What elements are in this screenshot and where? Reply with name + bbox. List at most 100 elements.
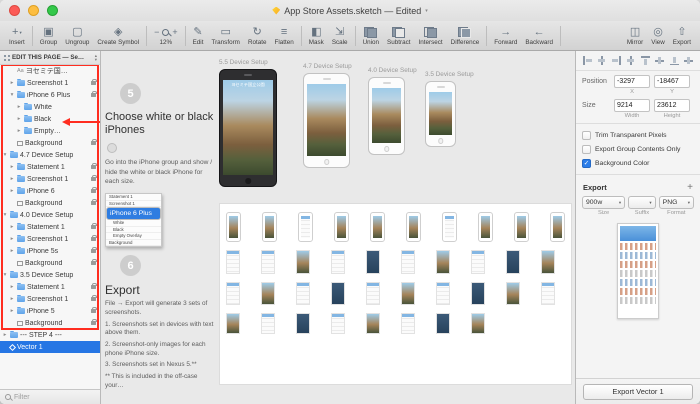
position-x-field[interactable]: -3297 bbox=[614, 75, 650, 88]
checkbox-background-color[interactable]: ✓ bbox=[582, 158, 591, 168]
layer-row-iphone-6[interactable]: ▸ iPhone 6 bbox=[0, 185, 100, 197]
add-export-button[interactable]: + bbox=[687, 182, 693, 193]
screenshot-thumbnail[interactable] bbox=[262, 212, 277, 242]
distribute-horizontal-icon[interactable] bbox=[626, 56, 635, 65]
toolbar-ungroup-button[interactable]: ▢ Ungroup bbox=[61, 21, 93, 50]
screenshot-thumbnail[interactable] bbox=[261, 313, 275, 334]
zoom-out-button[interactable]: − bbox=[154, 27, 159, 37]
toolbar-group-button[interactable]: ▣ Group bbox=[36, 21, 62, 50]
screenshot-thumbnail[interactable] bbox=[370, 212, 385, 242]
disclosure-icon[interactable]: ▸ bbox=[9, 236, 15, 242]
layer-row-statement-1[interactable]: ▸ Statement 1 bbox=[0, 161, 100, 173]
screenshot-thumbnail[interactable] bbox=[514, 212, 529, 242]
align-left-icon[interactable] bbox=[583, 56, 592, 65]
position-y-field[interactable]: -18467 bbox=[654, 75, 690, 88]
screenshot-thumbnail[interactable] bbox=[366, 313, 380, 334]
layer-row-background[interactable]: Background bbox=[0, 137, 100, 149]
screenshot-thumbnail[interactable] bbox=[442, 212, 457, 242]
screenshot-thumbnail[interactable] bbox=[296, 250, 310, 274]
disclosure-icon[interactable]: ▾ bbox=[9, 92, 15, 98]
screenshot-thumbnail[interactable] bbox=[226, 250, 240, 274]
toolbar-union-button[interactable]: Union bbox=[359, 21, 383, 50]
screenshot-thumbnail[interactable] bbox=[298, 212, 313, 242]
zoom-in-button[interactable]: + bbox=[172, 27, 177, 37]
layer-row-screenshot-1[interactable]: ▸ Screenshot 1 bbox=[0, 77, 100, 89]
screenshot-thumbnail[interactable] bbox=[296, 313, 310, 334]
toolbar-edit-button[interactable]: ✎ Edit bbox=[189, 21, 208, 50]
toolbar-forward-button[interactable]: → Forward bbox=[490, 21, 521, 50]
export-button[interactable]: Export Vector 1 bbox=[583, 383, 693, 400]
iphone-mockup[interactable] bbox=[425, 81, 456, 147]
toolbar-mask-button[interactable]: ◧ Mask bbox=[305, 21, 328, 50]
disclosure-icon[interactable]: ▸ bbox=[9, 284, 15, 290]
toolbar-mirror-button[interactable]: ◫ Mirror bbox=[623, 21, 647, 50]
screenshot-thumbnail[interactable] bbox=[506, 282, 520, 305]
iphone-mockup[interactable]: ヨセミテ国立公園 bbox=[219, 69, 277, 187]
layer-row-background[interactable]: Background bbox=[0, 317, 100, 329]
screenshot-thumbnail[interactable] bbox=[401, 282, 415, 305]
screenshot-thumbnail[interactable] bbox=[334, 212, 349, 242]
layer-row-background[interactable]: Background bbox=[0, 257, 100, 269]
screenshot-thumbnail[interactable] bbox=[226, 212, 241, 242]
screenshot-thumbnail[interactable] bbox=[436, 282, 450, 305]
toolbar-intersect-button[interactable]: Intersect bbox=[414, 21, 446, 50]
screenshot-thumbnail[interactable] bbox=[261, 282, 275, 305]
layer-row-statement-1[interactable]: ▸ Statement 1 bbox=[0, 281, 100, 293]
page-stepper[interactable]: ▴ ▾ bbox=[95, 53, 97, 61]
toolbar-create-symbol-button[interactable]: ◈ Create Symbol bbox=[93, 21, 143, 50]
toolbar-flatten-button[interactable]: ≡ Flatten bbox=[271, 21, 298, 50]
layer-row-iphone-5[interactable]: ▸ iPhone 5 bbox=[0, 305, 100, 317]
screenshot-thumbnail[interactable] bbox=[541, 282, 555, 305]
screenshot-thumbnail[interactable] bbox=[366, 282, 380, 305]
screenshot-thumbnail[interactable] bbox=[226, 313, 240, 334]
filter-input[interactable]: Filter bbox=[14, 394, 30, 401]
layer-row-screenshot-1[interactable]: ▸ Screenshot 1 bbox=[0, 293, 100, 305]
pages-grid-icon[interactable] bbox=[4, 54, 6, 57]
artboard-title[interactable]: 3.5 Device Setup bbox=[425, 71, 474, 78]
screenshot-thumbnail[interactable] bbox=[401, 250, 415, 274]
disclosure-icon[interactable]: ▸ bbox=[16, 116, 22, 122]
layer-row-iphone-5s[interactable]: ▸ iPhone 5s bbox=[0, 245, 100, 257]
disclosure-icon[interactable]: ▸ bbox=[2, 332, 8, 338]
fullscreen-button[interactable] bbox=[47, 5, 58, 16]
artboard-title[interactable]: 5.5 Device Setup bbox=[219, 59, 277, 66]
close-button[interactable] bbox=[9, 5, 20, 16]
export-suffix-select[interactable]: ▾ bbox=[628, 196, 656, 209]
layer-row-4-0-device-setup[interactable]: ▾ 4.0 Device Setup bbox=[0, 209, 100, 221]
export-size-select[interactable]: 900w ▾ bbox=[582, 196, 626, 209]
disclosure-icon[interactable]: ▸ bbox=[9, 80, 15, 86]
screenshot-thumbnail[interactable] bbox=[541, 250, 555, 274]
layer-row-white[interactable]: ▸ White bbox=[0, 101, 100, 113]
toolbar-scale-button[interactable]: ⇲ Scale bbox=[328, 21, 352, 50]
screenshot-thumbnail[interactable] bbox=[406, 212, 421, 242]
layer-row-item[interactable]: Aa ヨセミテ国… bbox=[0, 65, 100, 77]
align-middle-icon[interactable] bbox=[655, 56, 665, 65]
disclosure-icon[interactable]: ▸ bbox=[9, 248, 15, 254]
layer-row-statement-1[interactable]: ▸ Statement 1 bbox=[0, 221, 100, 233]
artboard-title[interactable]: 4.0 Device Setup bbox=[368, 67, 417, 74]
layer-row-iphone-6-plus[interactable]: ▾ iPhone 6 Plus bbox=[0, 89, 100, 101]
disclosure-icon[interactable]: ▸ bbox=[16, 104, 22, 110]
title-caret-icon[interactable]: ▾ bbox=[425, 8, 428, 14]
screenshot-thumbnail[interactable] bbox=[436, 250, 450, 274]
align-center-horizontal-icon[interactable] bbox=[597, 56, 606, 65]
toolbar-zoom-button[interactable]: − +12% bbox=[150, 21, 182, 50]
disclosure-icon[interactable]: ▸ bbox=[9, 296, 15, 302]
layer-row-4-7-device-setup[interactable]: ▾ 4.7 Device Setup bbox=[0, 149, 100, 161]
screenshot-thumbnail[interactable] bbox=[401, 313, 415, 334]
minimize-button[interactable] bbox=[28, 5, 39, 16]
screenshot-thumbnail[interactable] bbox=[471, 313, 485, 334]
iphone-mockup[interactable] bbox=[368, 77, 405, 155]
disclosure-icon[interactable]: ▸ bbox=[9, 308, 15, 314]
disclosure-icon[interactable]: ▸ bbox=[9, 224, 15, 230]
layer-row-vector-1[interactable]: Vector 1 bbox=[0, 341, 100, 353]
screenshot-thumbnail[interactable] bbox=[366, 250, 380, 274]
export-format-select[interactable]: PNG ▾ bbox=[658, 196, 694, 209]
iphone-mockup[interactable] bbox=[303, 73, 350, 168]
screenshot-thumbnail[interactable] bbox=[331, 282, 345, 305]
screenshot-thumbnail[interactable] bbox=[506, 250, 520, 274]
layer-row-black[interactable]: ▸ Black bbox=[0, 113, 100, 125]
canvas[interactable]: 5 Choose white or black iPhones Go into … bbox=[101, 51, 575, 404]
toolbar-subtract-button[interactable]: Subtract bbox=[383, 21, 414, 50]
screenshot-thumbnail[interactable] bbox=[226, 282, 240, 305]
